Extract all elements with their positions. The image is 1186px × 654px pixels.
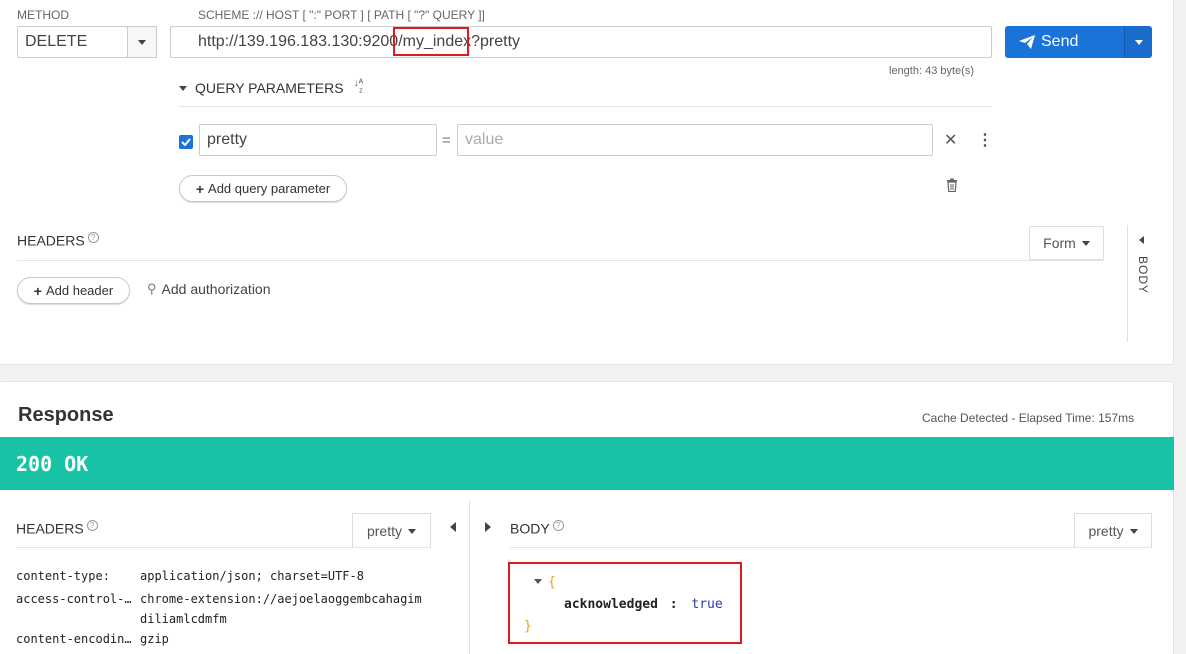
expand-right-icon[interactable]	[485, 522, 491, 532]
body-side-toggle[interactable]: BODY	[1133, 234, 1153, 304]
form-dropdown[interactable]: Form	[1029, 226, 1104, 260]
trash-icon[interactable]	[946, 178, 958, 197]
chevron-down-icon	[1129, 528, 1138, 534]
paper-plane-icon	[1019, 35, 1035, 49]
response-body-divider	[510, 547, 1152, 548]
url-hint: SCHEME :// HOST [ ":" PORT ] [ PATH [ "?…	[198, 8, 485, 22]
key-icon: ⚲	[147, 281, 157, 296]
header-value-cont: diliamlcdmfm	[140, 612, 227, 626]
response-body-title: BODY?	[510, 520, 564, 537]
help-icon[interactable]: ?	[86, 520, 98, 531]
close-icon[interactable]: ✕	[944, 130, 957, 150]
chevron-down-icon	[408, 528, 416, 534]
method-select[interactable]: DELETE	[17, 26, 128, 58]
url-length: length: 43 byte(s)	[889, 65, 974, 77]
body-side-divider	[1127, 225, 1128, 342]
request-panel: METHOD DELETE SCHEME :// HOST [ ":" PORT…	[0, 0, 1174, 365]
header-row: access-control-… chrome-extension://aejo…	[16, 589, 422, 629]
method-dropdown-button[interactable]	[127, 26, 157, 58]
caret-left-icon	[1139, 236, 1144, 244]
url-path-highlight	[393, 27, 469, 56]
response-headers-label: HEADERS	[16, 520, 84, 537]
chevron-down-icon	[1134, 39, 1143, 45]
status-bar: 200 OK	[0, 437, 1174, 490]
help-icon[interactable]: ?	[552, 520, 564, 531]
json-body-highlight	[508, 562, 742, 644]
param-name-value: pretty	[207, 131, 248, 148]
body-side-label: BODY	[1136, 256, 1150, 295]
response-body-label: BODY	[510, 520, 550, 537]
header-name: access-control-…	[16, 592, 132, 606]
add-query-param-button[interactable]: + Add query parameter	[179, 175, 347, 202]
status-text: 200 OK	[16, 452, 89, 476]
body-format-label: pretty	[1088, 523, 1124, 539]
response-headers-list: content-type: application/json; charset=…	[16, 566, 422, 649]
send-label: Send	[1041, 33, 1079, 50]
url-query: ?pretty	[471, 33, 521, 50]
body-format-dropdown[interactable]: pretty	[1074, 513, 1152, 548]
param-value-input[interactable]: value	[457, 124, 933, 156]
param-value-placeholder: value	[465, 131, 504, 148]
query-params-toggle[interactable]: QUERY PARAMETERS ↓ᴬ ᶻ	[179, 79, 368, 98]
response-headers-title: HEADERS?	[16, 520, 98, 537]
header-row: content-type: application/json; charset=…	[16, 566, 422, 586]
more-vertical-icon[interactable]: ⋮	[977, 130, 993, 150]
method-label: METHOD	[17, 8, 69, 22]
add-header-button[interactable]: + Add header	[17, 277, 130, 304]
form-label: Form	[1043, 235, 1076, 251]
header-name: content-encodin…	[16, 632, 132, 646]
caret-down-icon	[179, 85, 187, 91]
plus-icon: +	[33, 282, 42, 299]
param-equals: =	[442, 132, 451, 149]
headers-title: HEADERS?	[17, 232, 99, 249]
param-enabled-checkbox[interactable]	[179, 135, 193, 149]
method-value: DELETE	[25, 33, 88, 50]
param-name-input[interactable]: pretty	[199, 124, 437, 156]
header-row: content-encodin… gzip	[16, 629, 422, 649]
checkmark-icon	[181, 138, 191, 146]
chevron-down-icon	[138, 39, 146, 45]
url-prefix: http://139.196.183.130:9200	[198, 33, 399, 50]
header-value: gzip	[140, 632, 169, 646]
plus-icon: +	[195, 180, 205, 197]
headers-format-dropdown[interactable]: pretty	[352, 513, 431, 548]
panel-divider	[469, 500, 470, 654]
send-button[interactable]: Send	[1005, 26, 1124, 58]
query-params-label: QUERY PARAMETERS	[195, 80, 344, 96]
header-value: chrome-extension://aejoelaoggembcahagim	[140, 592, 422, 606]
response-title: Response	[18, 404, 114, 426]
header-name: content-type:	[16, 569, 110, 583]
query-params-divider	[179, 106, 992, 107]
headers-format-label: pretty	[366, 523, 402, 539]
headers-divider	[17, 260, 1104, 261]
url-input[interactable]: http://139.196.183.130:9200/my_index ?pre…	[170, 26, 992, 58]
response-headers-divider	[16, 547, 430, 548]
header-value: application/json; charset=UTF-8	[140, 569, 364, 583]
help-icon[interactable]: ?	[87, 232, 99, 243]
cache-info: Cache Detected - Elapsed Time: 157ms	[922, 411, 1135, 425]
add-auth-label: Add authorization	[161, 281, 271, 297]
headers-label: HEADERS	[17, 232, 85, 249]
add-header-label: Add header	[45, 283, 114, 298]
chevron-down-icon	[1081, 240, 1090, 246]
add-query-param-label: Add query parameter	[208, 181, 331, 196]
sort-alpha-icon[interactable]: ↓ᴬ ᶻ	[354, 79, 368, 98]
add-authorization-link[interactable]: ⚲ Add authorization	[147, 281, 271, 297]
collapse-left-icon[interactable]	[450, 522, 456, 532]
send-dropdown-button[interactable]	[1124, 26, 1152, 58]
